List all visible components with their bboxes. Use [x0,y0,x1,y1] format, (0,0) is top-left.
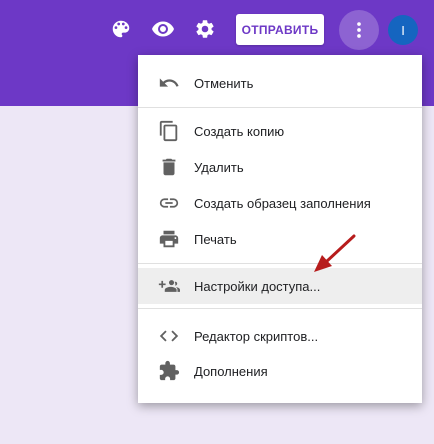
link-icon [158,192,180,214]
menu-item-print[interactable]: Печать [138,221,422,257]
undo-icon [158,72,180,94]
menu-item-label: Печать [194,231,237,247]
menu-item-label: Дополнения [194,363,268,379]
more-options-button[interactable] [339,10,379,50]
menu-item-label: Настройки доступа... [194,278,321,294]
menu-item-delete[interactable]: Удалить [138,149,422,185]
menu-item-prefilled-link[interactable]: Создать образец заполнения [138,185,422,221]
add-people-icon [158,275,180,297]
print-icon [158,228,180,250]
more-vert-icon [357,22,361,38]
menu-item-label: Редактор скриптов... [194,328,319,344]
menu-item-make-copy[interactable]: Создать копию [138,113,422,149]
gear-icon[interactable] [192,16,218,42]
menu-item-undo[interactable]: Отменить [138,65,422,101]
code-icon [158,325,180,347]
menu-divider [138,308,422,309]
menu-item-label: Отменить [194,75,254,91]
menu-item-addons[interactable]: Дополнения [138,353,422,389]
avatar[interactable]: I [388,15,418,45]
menu-item-access-settings[interactable]: Настройки доступа... [138,268,422,304]
more-options-menu: Отменить Создать копию Удалить Создать о… [138,55,422,403]
menu-divider [138,107,422,108]
menu-item-label: Создать копию [194,123,285,139]
eye-icon[interactable] [150,16,176,42]
send-button[interactable]: ОТПРАВИТЬ [236,14,324,45]
menu-divider [138,263,422,264]
menu-item-label: Создать образец заполнения [194,195,371,211]
menu-item-script-editor[interactable]: Редактор скриптов... [138,318,422,354]
copy-icon [158,120,180,142]
palette-icon[interactable] [108,16,134,42]
menu-item-label: Удалить [194,159,244,175]
trash-icon [158,156,180,178]
puzzle-icon [158,360,180,382]
